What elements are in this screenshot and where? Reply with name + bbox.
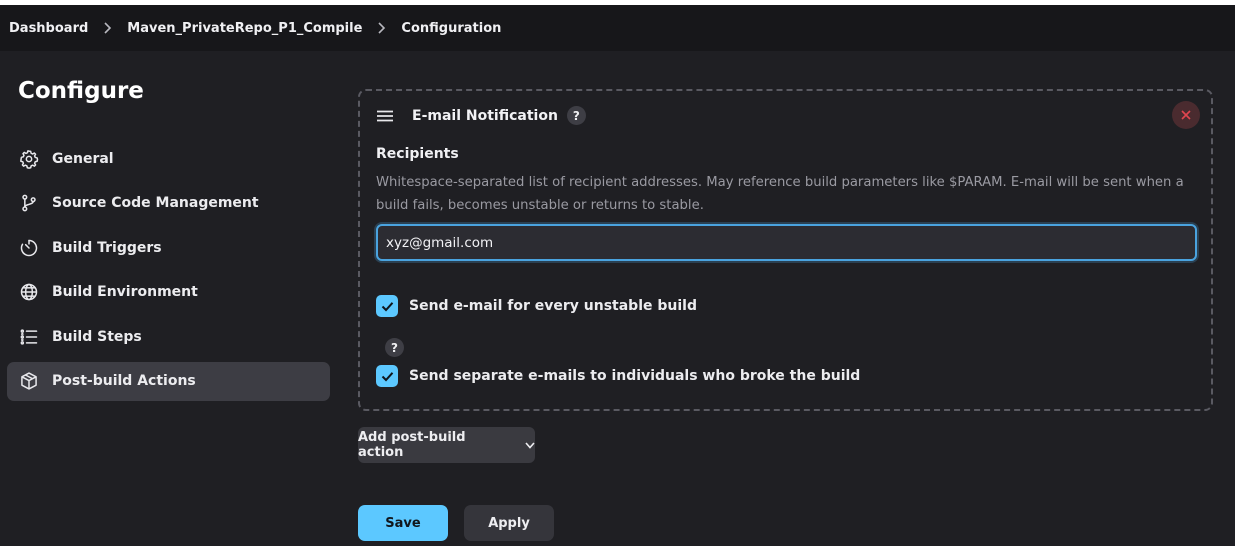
email-notification-card: E-mail Notification ? Recipients Whitesp… xyxy=(358,89,1213,411)
apply-button[interactable]: Apply xyxy=(464,505,554,541)
sidebar: General Source Code Management Build Tri… xyxy=(7,139,330,406)
gear-icon xyxy=(18,148,40,170)
sidebar-item-label: Build Triggers xyxy=(52,239,162,256)
drag-handle-icon[interactable] xyxy=(376,109,394,123)
add-post-build-action-label: Add post-build action xyxy=(358,430,466,460)
sidebar-item-general[interactable]: General xyxy=(7,139,330,178)
sidebar-item-build-steps[interactable]: Build Steps xyxy=(7,317,330,356)
card-title: E-mail Notification xyxy=(412,107,558,124)
sidebar-item-label: Build Steps xyxy=(52,328,142,345)
checkbox-unstable[interactable] xyxy=(376,295,398,317)
checkbox-row-separate[interactable]: Send separate e-mails to individuals who… xyxy=(376,365,860,387)
recipients-label: Recipients xyxy=(376,146,459,162)
page-title: Configure xyxy=(18,78,144,104)
card-header: E-mail Notification ? xyxy=(376,106,586,125)
package-icon xyxy=(18,370,40,392)
sidebar-item-post-build-actions[interactable]: Post-build Actions xyxy=(7,361,330,401)
close-icon[interactable] xyxy=(1172,101,1200,129)
sidebar-item-label: Build Environment xyxy=(52,284,198,300)
recipients-description: Whitespace-separated list of recipient a… xyxy=(376,175,1184,213)
breadcrumb-job[interactable]: Maven_PrivateRepo_P1_Compile xyxy=(127,21,362,36)
sidebar-item-build-triggers[interactable]: Build Triggers xyxy=(7,228,330,267)
list-icon xyxy=(18,326,40,348)
chevron-right-icon xyxy=(377,22,386,34)
sidebar-item-label: Source Code Management xyxy=(52,195,259,211)
breadcrumb-dashboard[interactable]: Dashboard xyxy=(9,21,88,36)
save-button[interactable]: Save xyxy=(358,505,448,541)
help-icon[interactable]: ? xyxy=(566,106,586,125)
breadcrumb: Dashboard Maven_PrivateRepo_P1_Compile C… xyxy=(0,5,1235,51)
sidebar-item-label: General xyxy=(52,150,114,167)
help-icon[interactable]: ? xyxy=(385,338,404,357)
sidebar-item-source-code-management[interactable]: Source Code Management xyxy=(7,184,330,223)
sidebar-item-build-environment[interactable]: Build Environment xyxy=(7,273,330,312)
recipients-input[interactable] xyxy=(376,224,1197,261)
add-post-build-action-button[interactable]: Add post-build action xyxy=(358,427,535,463)
chevron-right-icon xyxy=(103,22,112,34)
sidebar-item-label: Post-build Actions xyxy=(52,373,196,389)
timer-icon xyxy=(18,237,40,259)
checkbox-label: Send e-mail for every unstable build xyxy=(409,298,697,314)
breadcrumb-configuration[interactable]: Configuration xyxy=(401,21,501,36)
git-branch-icon xyxy=(18,192,40,214)
checkbox-row-unstable[interactable]: Send e-mail for every unstable build xyxy=(376,295,697,317)
chevron-down-icon xyxy=(525,441,535,449)
checkbox-label: Send separate e-mails to individuals who… xyxy=(409,368,861,384)
checkbox-separate[interactable] xyxy=(376,365,398,387)
globe-icon xyxy=(18,281,40,303)
